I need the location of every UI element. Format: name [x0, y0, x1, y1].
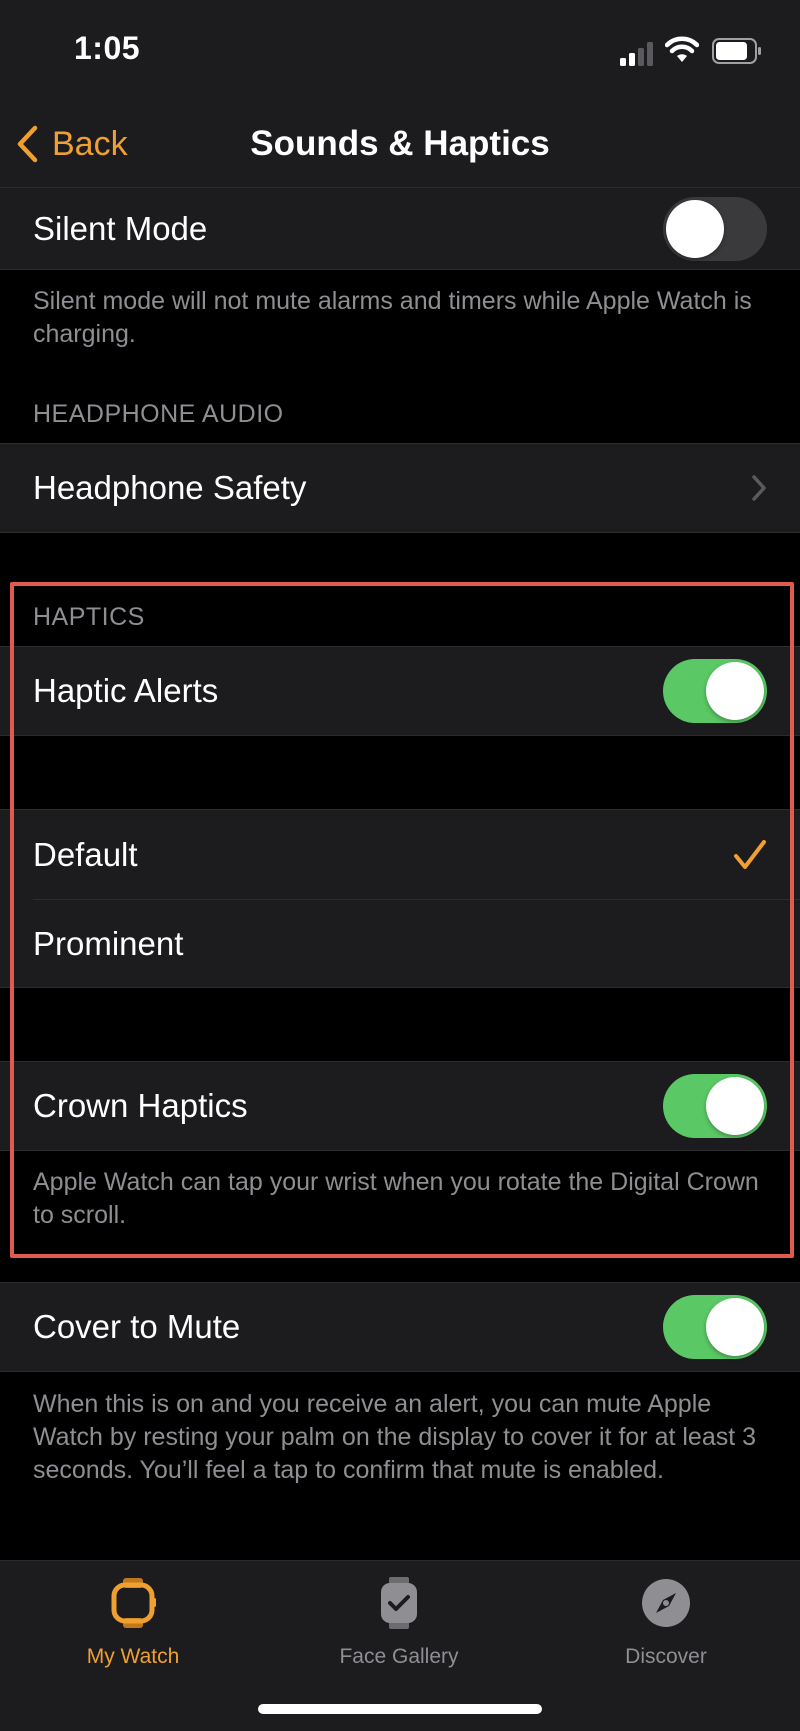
- option-label: Default: [33, 836, 138, 873]
- tab-label: My Watch: [86, 1645, 180, 1668]
- cover-to-mute-footer: When this is on and you receive an alert…: [33, 1390, 757, 1484]
- home-indicator: [258, 1704, 542, 1714]
- toggle-knob: [666, 199, 724, 258]
- watch-icon: [111, 1578, 156, 1628]
- haptic-alerts-toggle[interactable]: [663, 659, 767, 723]
- chevron-right-icon: [752, 475, 766, 501]
- toggle-knob: [706, 662, 764, 720]
- option-label: Prominent: [33, 924, 184, 962]
- checkmark-icon: [734, 840, 766, 869]
- face-gallery-icon: [381, 1577, 417, 1629]
- cover-to-mute-toggle[interactable]: [663, 1295, 767, 1359]
- tab-discover[interactable]: Discover: [546, 1561, 786, 1681]
- wifi-icon: [665, 36, 699, 62]
- crown-haptics-toggle[interactable]: [663, 1074, 767, 1138]
- crown-haptics-row: Crown Haptics: [0, 1061, 800, 1151]
- cover-to-mute-label: Cover to Mute: [33, 1308, 241, 1345]
- navigation-bar: Back Sounds & Haptics: [0, 100, 800, 188]
- crown-haptics-label: Crown Haptics: [33, 1087, 248, 1124]
- haptic-alerts-row: Haptic Alerts: [0, 646, 800, 736]
- headphone-safety-label: Headphone Safety: [33, 469, 307, 506]
- haptic-alerts-label: Haptic Alerts: [33, 672, 219, 709]
- haptic-option-prominent[interactable]: Prominent: [0, 900, 800, 988]
- tab-my-watch[interactable]: My Watch: [13, 1561, 253, 1681]
- status-time: 1:05: [74, 30, 141, 66]
- cover-to-mute-row: Cover to Mute: [0, 1282, 800, 1372]
- crown-haptics-footer: Apple Watch can tap your wrist when you …: [33, 1168, 759, 1229]
- toggle-knob: [706, 1298, 764, 1356]
- haptics-header: HAPTICS: [33, 603, 145, 631]
- silent-mode-label: Silent Mode: [33, 209, 208, 247]
- tab-label: Face Gallery: [339, 1645, 459, 1668]
- page-title: Sounds & Haptics: [250, 124, 550, 163]
- haptic-option-default[interactable]: Default: [0, 809, 800, 900]
- headphone-safety-row[interactable]: Headphone Safety: [0, 443, 800, 533]
- silent-mode-footer: Silent mode will not mute alarms and tim…: [33, 287, 752, 348]
- silent-mode-toggle[interactable]: [663, 196, 767, 261]
- tab-face-gallery[interactable]: Face Gallery: [279, 1561, 519, 1681]
- compass-icon: [642, 1579, 690, 1627]
- toggle-knob: [706, 1077, 764, 1135]
- headphone-audio-header: HEADPHONE AUDIO: [33, 400, 284, 428]
- status-bar: 1:05: [0, 0, 800, 100]
- battery-icon: [712, 38, 761, 64]
- silent-mode-row: Silent Mode: [0, 188, 800, 270]
- cellular-signal-icon: [620, 42, 656, 66]
- tab-label: Discover: [625, 1645, 707, 1668]
